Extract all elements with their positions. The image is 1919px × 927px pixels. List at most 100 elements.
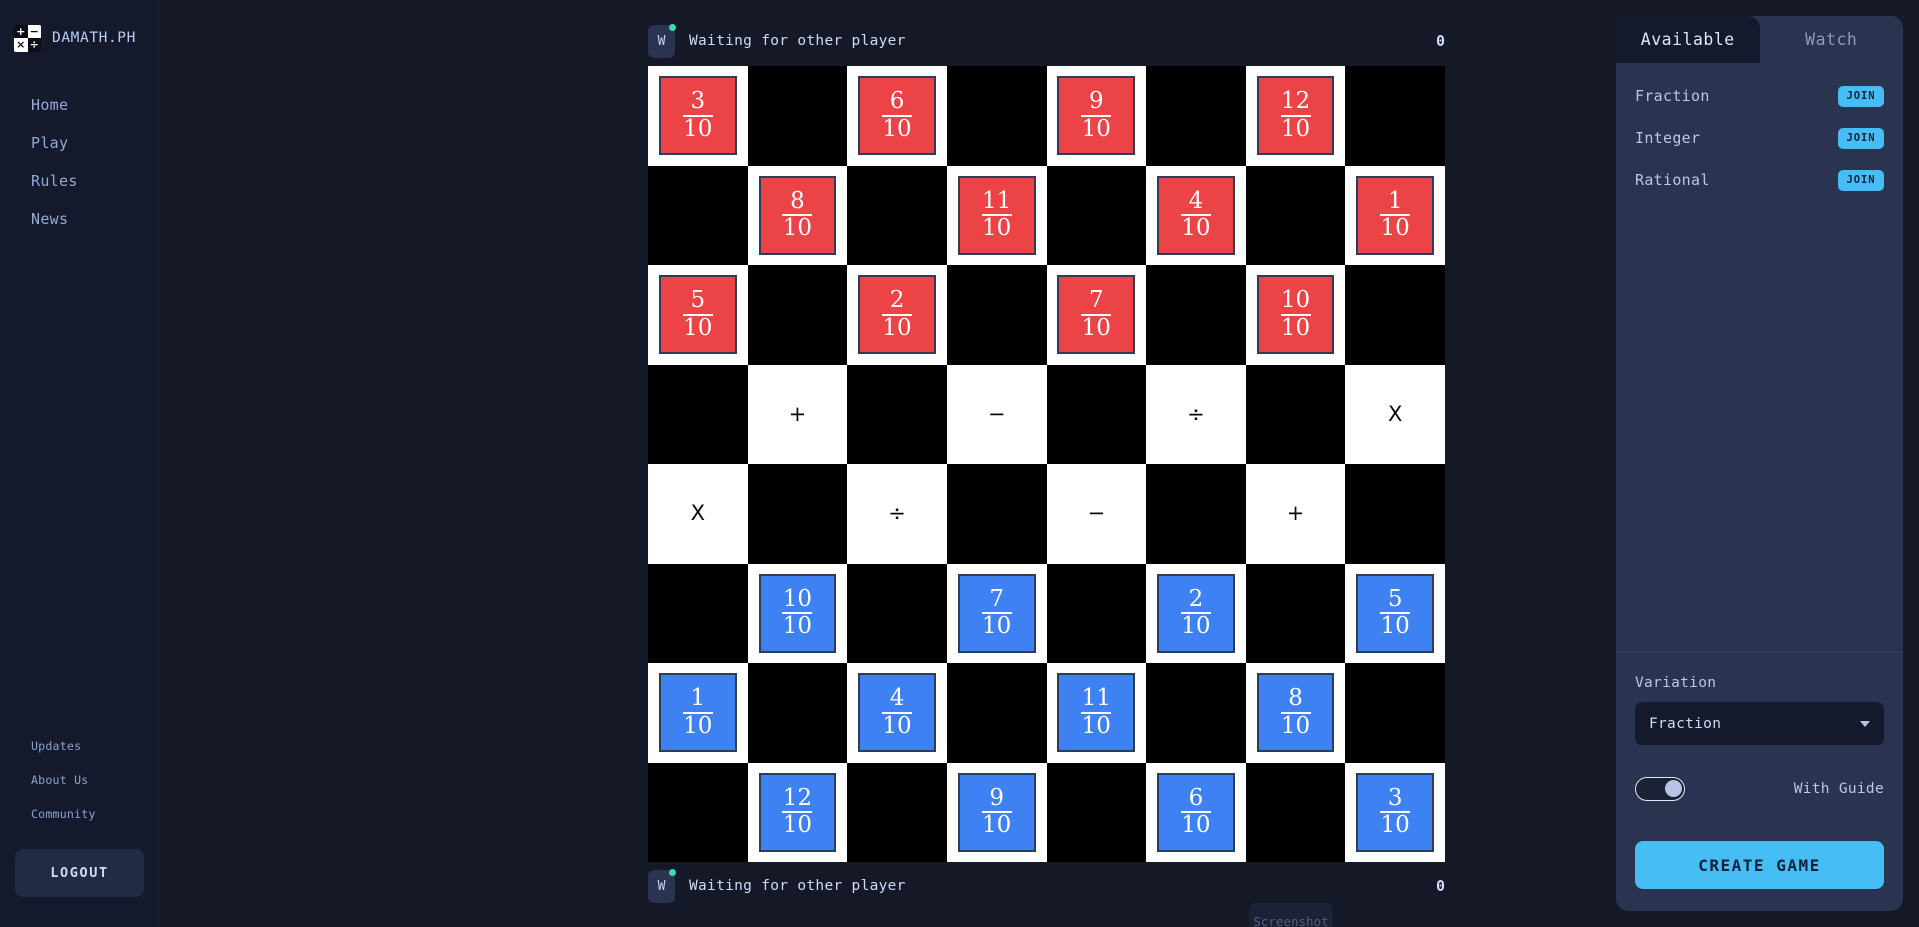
board-square-r5c3[interactable]: 7 10 <box>946 563 1047 663</box>
tab-available[interactable]: Available <box>1616 16 1760 63</box>
red-chip[interactable]: 8 10 <box>758 175 837 255</box>
board-square-r3c0[interactable] <box>648 364 748 464</box>
board-square-r1c0[interactable] <box>648 165 748 265</box>
sidebar-item-about-us[interactable]: About Us <box>0 763 158 797</box>
sidebar-item-home[interactable]: Home <box>0 86 158 124</box>
board-square-r3c3[interactable]: − <box>946 364 1047 464</box>
sidebar-item-rules[interactable]: Rules <box>0 162 158 200</box>
list-item[interactable]: Integer JOIN <box>1635 117 1884 159</box>
board-square-r1c6[interactable] <box>1245 165 1346 265</box>
board-square-r2c7[interactable] <box>1345 265 1445 365</box>
board-square-r7c0[interactable] <box>648 762 748 862</box>
board-square-r2c4[interactable]: 7 10 <box>1046 265 1147 365</box>
variation-select[interactable]: Fraction <box>1635 702 1884 745</box>
board-square-r3c4[interactable] <box>1046 364 1147 464</box>
board-square-r0c3[interactable] <box>946 66 1047 166</box>
board-square-r0c2[interactable]: 6 10 <box>847 66 947 166</box>
board-square-r1c5[interactable]: 4 10 <box>1146 165 1246 265</box>
board-square-r0c0[interactable]: 3 10 <box>648 66 748 166</box>
board-square-r5c5[interactable]: 2 10 <box>1146 563 1246 663</box>
board-square-r1c2[interactable] <box>847 165 947 265</box>
board-square-r5c2[interactable] <box>847 563 947 663</box>
board-square-r5c6[interactable] <box>1245 563 1346 663</box>
board-square-r5c4[interactable] <box>1046 563 1147 663</box>
board-square-r0c1[interactable] <box>747 66 848 166</box>
board-square-r5c1[interactable]: 10 10 <box>747 563 848 663</box>
board-square-r3c1[interactable]: + <box>747 364 848 464</box>
join-button[interactable]: JOIN <box>1838 85 1884 107</box>
board-square-r4c4[interactable]: − <box>1046 464 1147 564</box>
board-square-r4c3[interactable] <box>946 464 1047 564</box>
blue-chip[interactable]: 4 10 <box>858 673 936 753</box>
blue-chip[interactable]: 12 10 <box>758 772 837 852</box>
board-square-r6c7[interactable] <box>1345 663 1445 763</box>
sidebar-item-play[interactable]: Play <box>0 124 158 162</box>
blue-chip[interactable]: 8 10 <box>1256 673 1335 753</box>
board-square-r4c1[interactable] <box>747 464 848 564</box>
red-chip[interactable]: 11 10 <box>957 175 1036 255</box>
board-square-r6c3[interactable] <box>946 663 1047 763</box>
board-square-r5c0[interactable] <box>648 563 748 663</box>
red-chip[interactable]: 4 10 <box>1157 175 1235 255</box>
board-square-r0c6[interactable]: 12 10 <box>1245 66 1346 166</box>
board-square-r2c6[interactable]: 10 10 <box>1245 265 1346 365</box>
board-square-r4c7[interactable] <box>1345 464 1445 564</box>
board-square-r3c5[interactable]: ÷ <box>1146 364 1246 464</box>
board-square-r7c6[interactable] <box>1245 762 1346 862</box>
board-square-r6c4[interactable]: 11 10 <box>1046 663 1147 763</box>
board-square-r4c0[interactable]: X <box>648 464 748 564</box>
screenshot-button[interactable]: Screenshot <box>1249 903 1333 927</box>
brand[interactable]: + − × ÷ DAMATH.PH <box>0 0 158 58</box>
blue-chip[interactable]: 11 10 <box>1057 673 1136 753</box>
join-button[interactable]: JOIN <box>1838 169 1884 191</box>
red-chip[interactable]: 7 10 <box>1057 275 1136 355</box>
red-chip[interactable]: 9 10 <box>1057 76 1136 156</box>
create-game-button[interactable]: CREATE GAME <box>1635 841 1884 889</box>
board-square-r6c5[interactable] <box>1146 663 1246 763</box>
board-square-r6c2[interactable]: 4 10 <box>847 663 947 763</box>
board-square-r2c2[interactable]: 2 10 <box>847 265 947 365</box>
board-square-r2c0[interactable]: 5 10 <box>648 265 748 365</box>
board-square-r4c5[interactable] <box>1146 464 1246 564</box>
board-square-r4c6[interactable]: + <box>1245 464 1346 564</box>
blue-chip[interactable]: 9 10 <box>957 772 1036 852</box>
sidebar-item-updates[interactable]: Updates <box>0 729 158 763</box>
available-games-list[interactable]: Fraction JOIN Integer JOIN Rational JOIN <box>1616 63 1903 652</box>
red-chip[interactable]: 1 10 <box>1356 175 1435 255</box>
blue-chip[interactable]: 5 10 <box>1356 573 1435 653</box>
board-square-r1c4[interactable] <box>1046 165 1147 265</box>
damath-board[interactable]: 3 10 6 10 9 10 12 10 8 10 11 10 4 10 1 10 5 10 2 10 7 10 10 10 +… <box>648 66 1445 862</box>
logout-button[interactable]: LOGOUT <box>15 849 144 897</box>
board-square-r1c3[interactable]: 11 10 <box>946 165 1047 265</box>
red-chip[interactable]: 5 10 <box>658 275 737 355</box>
red-chip[interactable]: 3 10 <box>658 76 737 156</box>
board-square-r1c7[interactable]: 1 10 <box>1345 165 1445 265</box>
board-square-r1c1[interactable]: 8 10 <box>747 165 848 265</box>
red-chip[interactable]: 12 10 <box>1256 76 1335 156</box>
board-square-r6c6[interactable]: 8 10 <box>1245 663 1346 763</box>
red-chip[interactable]: 10 10 <box>1256 275 1335 355</box>
board-square-r6c0[interactable]: 1 10 <box>648 663 748 763</box>
red-chip[interactable]: 6 10 <box>858 76 936 156</box>
board-square-r0c5[interactable] <box>1146 66 1246 166</box>
red-chip[interactable]: 2 10 <box>858 275 936 355</box>
sidebar-item-community[interactable]: Community <box>0 797 158 831</box>
blue-chip[interactable]: 1 10 <box>658 673 737 753</box>
list-item[interactable]: Rational JOIN <box>1635 159 1884 201</box>
board-square-r3c7[interactable]: X <box>1345 364 1445 464</box>
tab-watch[interactable]: Watch <box>1759 16 1903 63</box>
blue-chip[interactable]: 2 10 <box>1157 573 1235 653</box>
board-square-r3c6[interactable] <box>1245 364 1346 464</box>
list-item[interactable]: Fraction JOIN <box>1635 75 1884 117</box>
board-square-r7c1[interactable]: 12 10 <box>747 762 848 862</box>
board-square-r5c7[interactable]: 5 10 <box>1345 563 1445 663</box>
board-square-r6c1[interactable] <box>747 663 848 763</box>
sidebar-item-news[interactable]: News <box>0 200 158 238</box>
board-square-r4c2[interactable]: ÷ <box>847 464 947 564</box>
board-square-r3c2[interactable] <box>847 364 947 464</box>
board-square-r2c5[interactable] <box>1146 265 1246 365</box>
board-square-r7c4[interactable] <box>1046 762 1147 862</box>
board-square-r0c7[interactable] <box>1345 66 1445 166</box>
board-square-r7c7[interactable]: 3 10 <box>1345 762 1445 862</box>
board-square-r2c1[interactable] <box>747 265 848 365</box>
